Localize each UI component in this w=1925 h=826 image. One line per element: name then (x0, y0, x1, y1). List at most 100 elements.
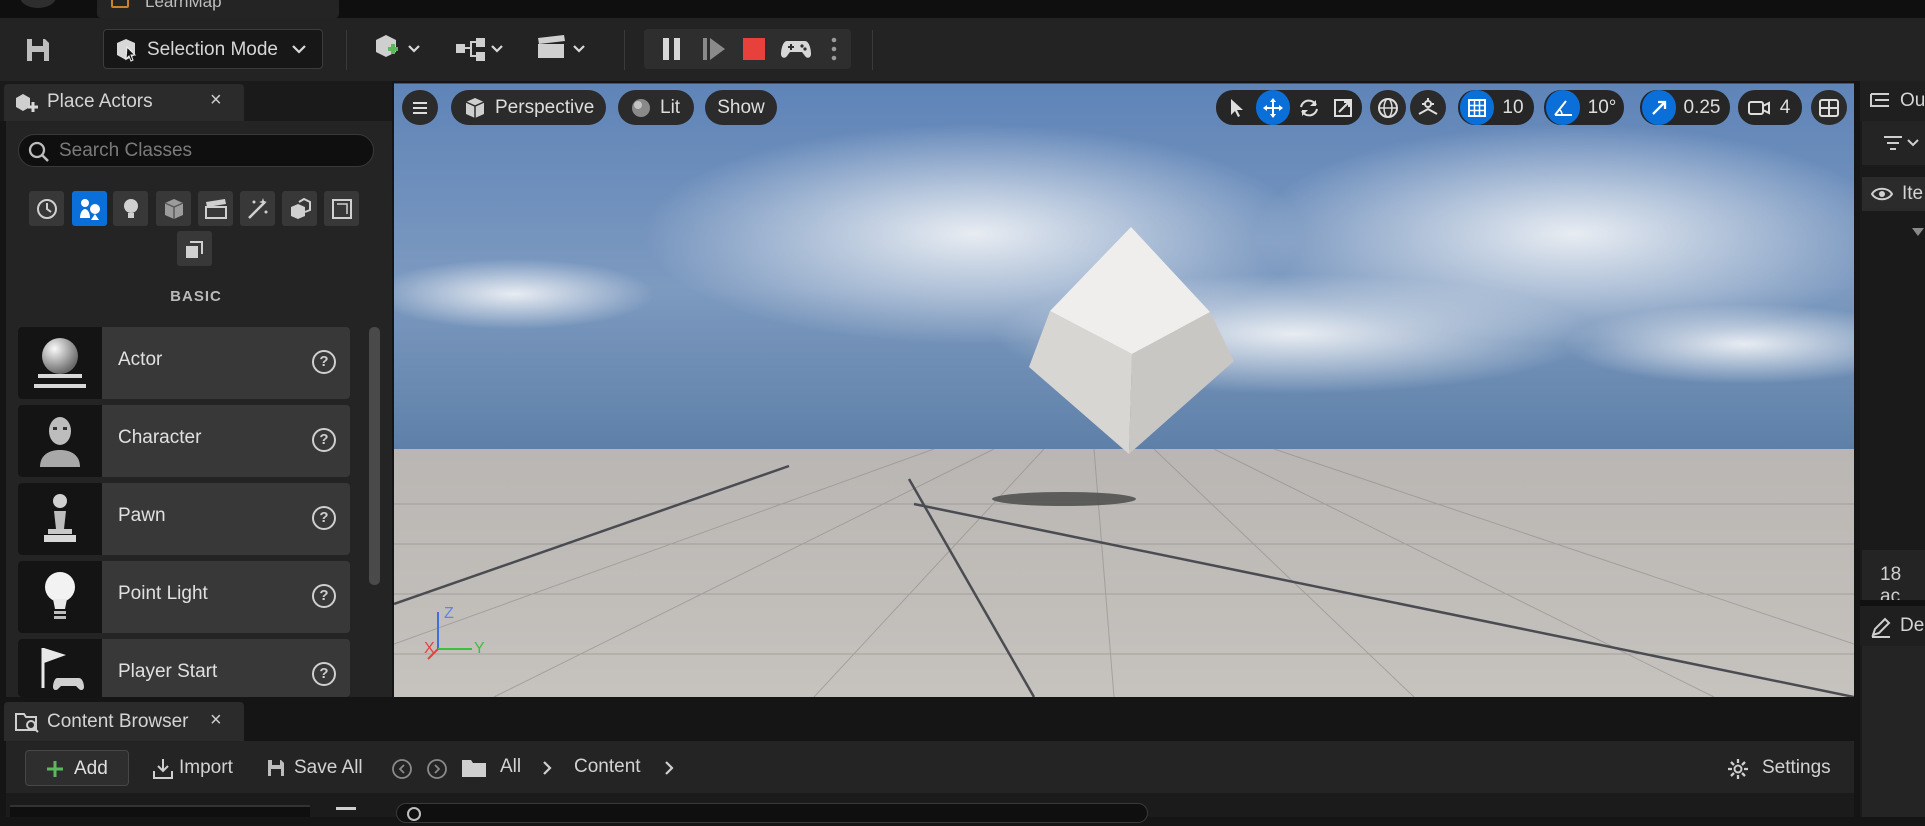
search-classes-input[interactable] (59, 139, 359, 163)
close-icon[interactable]: × (210, 89, 222, 112)
perspective-label: Perspective (495, 96, 595, 118)
help-icon[interactable]: ? (312, 428, 336, 452)
selection-mode-dropdown[interactable]: Selection Mode (103, 29, 323, 69)
details-panel (1862, 646, 1925, 817)
search-icon (28, 141, 49, 162)
level-title: LearnMap (145, 0, 222, 11)
save-button[interactable] (18, 32, 58, 68)
add-content-button[interactable] (368, 30, 426, 68)
search-icon (407, 807, 421, 821)
select-tool[interactable] (1220, 90, 1254, 125)
add-content-icon (376, 35, 420, 57)
category-lights[interactable] (113, 191, 148, 226)
recent-icon (36, 198, 57, 219)
show-button[interactable]: Show (705, 90, 777, 125)
rotation-snap-value[interactable]: 10° (1582, 90, 1622, 125)
translate-tool[interactable] (1256, 90, 1290, 125)
actor-thumbnail (18, 561, 102, 633)
surface-snapping-button[interactable] (1410, 90, 1446, 125)
category-visual-effects[interactable] (240, 191, 275, 226)
actor-item-pawn[interactable]: Pawn ? (18, 483, 350, 555)
surface-snap-icon (1418, 97, 1438, 115)
breadcrumb-all[interactable]: All (500, 756, 521, 778)
search-classes-field[interactable] (18, 134, 374, 167)
tab-content-browser[interactable]: Content Browser × (4, 702, 244, 741)
lit-sphere-icon (632, 98, 650, 117)
add-button[interactable]: Add (25, 750, 129, 786)
breadcrumb-content[interactable]: Content (574, 756, 641, 778)
scale-tool[interactable] (1326, 90, 1360, 125)
lit-label: Lit (660, 96, 681, 118)
actor-item-actor[interactable]: Actor ? (18, 327, 350, 399)
grid-snap-value[interactable]: 10 (1496, 90, 1530, 125)
viewport-layout-button[interactable] (1811, 90, 1847, 125)
stop-icon (743, 38, 765, 60)
axis-z-label: Z (444, 605, 454, 622)
help-icon[interactable]: ? (312, 584, 336, 608)
help-icon[interactable]: ? (312, 506, 336, 530)
world-local-button[interactable] (1370, 90, 1406, 125)
camera-speed-button[interactable]: 4 (1738, 90, 1802, 125)
viewport-menu-button[interactable] (402, 90, 438, 125)
cinematics-button[interactable] (534, 30, 594, 68)
tab-place-actors[interactable]: Place Actors × (4, 84, 244, 121)
search-content-field[interactable] (396, 803, 1148, 823)
pause-button[interactable] (654, 31, 690, 67)
folder-icon[interactable] (461, 757, 487, 779)
scale-snap-toggle[interactable] (1642, 90, 1676, 125)
filter-icon[interactable] (336, 807, 356, 810)
advance-frame-button[interactable] (696, 31, 732, 67)
back-icon[interactable] (390, 757, 414, 781)
stop-button[interactable] (736, 31, 772, 67)
axis-y-label: Y (474, 640, 485, 657)
pause-icon (663, 38, 680, 60)
visibility-eye-icon[interactable] (1870, 185, 1894, 203)
show-label: Show (717, 96, 765, 118)
gamepad-icon (781, 41, 811, 58)
close-icon[interactable]: × (210, 709, 222, 732)
tab-outliner[interactable]: Ou (1860, 81, 1925, 121)
category-shapes[interactable] (156, 191, 191, 226)
plus-icon (47, 761, 63, 777)
rotation-snap-toggle[interactable] (1546, 90, 1580, 125)
actor-item-player-start[interactable]: Player Start ? (18, 639, 350, 697)
import-button[interactable]: Import (149, 754, 259, 784)
character-icon (40, 417, 80, 467)
play-options-button[interactable] (824, 31, 844, 67)
category-volumes[interactable] (324, 191, 359, 226)
actor-item-character[interactable]: Character ? (18, 405, 350, 477)
category-basic[interactable] (72, 191, 107, 226)
category-geometry[interactable] (282, 191, 317, 226)
place-actors-title: Place Actors (47, 91, 153, 112)
rotate-tool[interactable] (1292, 90, 1326, 125)
blueprint-button[interactable] (452, 30, 512, 68)
clapperboard-icon (538, 35, 585, 58)
forward-icon[interactable] (425, 757, 449, 781)
grid-snap-toggle[interactable] (1460, 90, 1494, 125)
outliner-status: 18 ac (1862, 550, 1925, 607)
tab-details[interactable]: De (1860, 606, 1925, 646)
place-actors-scrollbar[interactable] (369, 327, 380, 585)
actor-item-label: Player Start (118, 661, 218, 682)
save-all-button[interactable]: Save All (265, 754, 395, 784)
help-icon[interactable]: ? (312, 350, 336, 374)
save-all-label: Save All (294, 757, 363, 778)
play-controls (644, 29, 851, 69)
cursor-icon (1231, 98, 1243, 117)
lit-button[interactable]: Lit (618, 90, 694, 125)
chevron-right-icon[interactable] (662, 759, 676, 777)
actor-item-point-light[interactable]: Point Light ? (18, 561, 350, 633)
possess-eject-button[interactable] (776, 31, 816, 67)
axis-x-label: X (424, 640, 435, 657)
help-icon[interactable]: ? (312, 662, 336, 686)
settings-button[interactable]: Settings (1726, 754, 1842, 784)
level-viewport[interactable]: Z X Y Perspective Lit Show 10 10° 0.25 4 (394, 84, 1854, 697)
perspective-button[interactable]: Perspective (451, 90, 606, 125)
scale-snap-value[interactable]: 0.25 (1678, 90, 1726, 125)
toolbar-divider (872, 30, 873, 70)
expand-arrow-icon[interactable] (1911, 227, 1925, 237)
level-tab[interactable]: LearnMap (97, 0, 339, 18)
category-all-classes[interactable] (177, 231, 212, 266)
category-recent[interactable] (29, 191, 64, 226)
category-cinematic[interactable] (198, 191, 233, 226)
